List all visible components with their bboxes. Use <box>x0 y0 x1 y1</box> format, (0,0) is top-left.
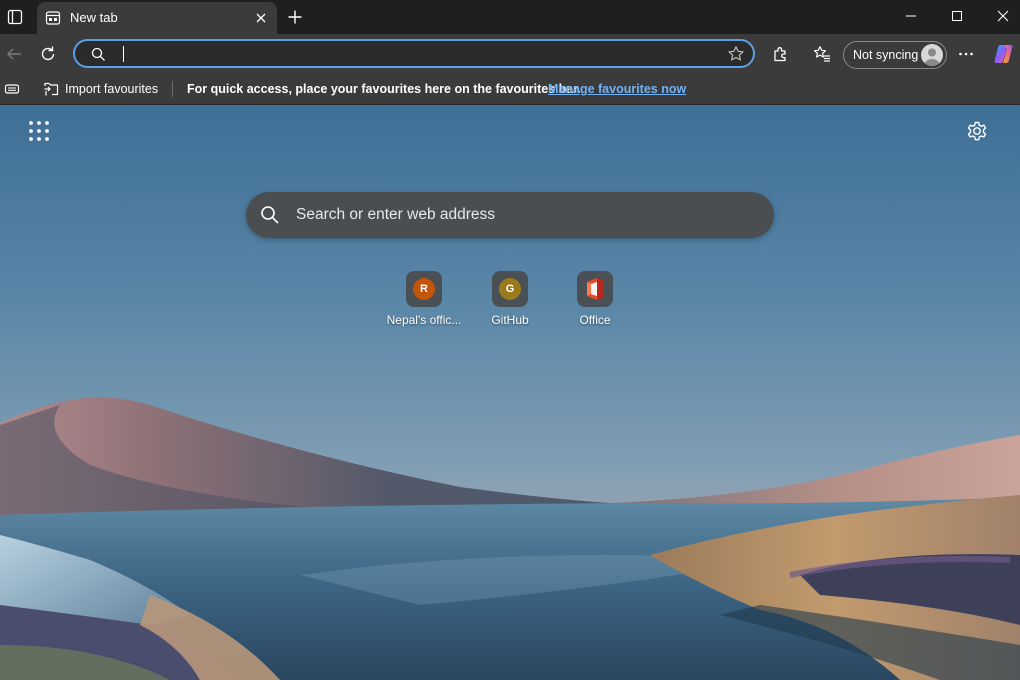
refresh-icon <box>41 46 55 61</box>
extensions-button[interactable] <box>767 40 795 68</box>
address-input[interactable] <box>127 43 721 67</box>
settings-and-more-button[interactable] <box>952 40 980 68</box>
new-tab-button[interactable] <box>284 6 306 28</box>
favourites-bar-message: For quick access, place your favourites … <box>187 82 581 96</box>
favourites-button[interactable] <box>808 40 836 68</box>
favourites-bar: Import favourites For quick access, plac… <box>0 74 1020 105</box>
manage-favourites-link[interactable]: Manage favourites now <box>548 82 686 96</box>
favourites-star-list-icon <box>813 46 830 62</box>
tab-actions-menu-button[interactable] <box>4 6 26 28</box>
window-close-button[interactable] <box>980 0 1020 32</box>
apps-grid-icon <box>29 121 49 141</box>
back-button[interactable] <box>0 40 28 68</box>
letter-avatar-icon: G <box>499 278 521 300</box>
import-favourites-icon[interactable] <box>43 81 60 97</box>
quick-link-icon-frame: G <box>492 271 528 307</box>
navigation-toolbar: Not syncing <box>0 34 1020 74</box>
profile-button[interactable]: Not syncing <box>843 41 947 69</box>
quick-link-tile[interactable]: G GitHub <box>465 271 555 335</box>
close-icon <box>997 10 1009 22</box>
minimize-button[interactable] <box>888 0 934 32</box>
quick-link-icon-frame: R <box>406 271 442 307</box>
collections-icon[interactable] <box>4 81 20 97</box>
maximize-button[interactable] <box>934 0 980 32</box>
import-favourites-button[interactable]: Import favourites <box>65 82 158 96</box>
tab-close-button[interactable] <box>253 10 269 26</box>
address-bar[interactable] <box>73 39 755 68</box>
web-search-box[interactable]: Search or enter web address <box>246 192 774 238</box>
new-tab-page: Search or enter web address R Nepal's of… <box>0 105 1020 680</box>
profile-avatar-icon <box>921 44 943 66</box>
quick-link-label: Nepal's offic... <box>386 313 462 327</box>
letter-avatar-icon: R <box>413 278 435 300</box>
plus-icon <box>288 10 302 24</box>
tab-new-tab[interactable]: New tab <box>37 2 277 34</box>
tab-actions-icon <box>7 9 23 25</box>
search-icon <box>91 47 105 61</box>
tab-title: New tab <box>70 10 118 25</box>
more-horizontal-icon <box>959 52 973 56</box>
search-placeholder: Search or enter web address <box>296 206 496 223</box>
minimize-icon <box>906 15 916 17</box>
text-cursor <box>123 46 124 62</box>
quick-link-label: GitHub <box>491 313 529 327</box>
copilot-button[interactable] <box>990 40 1018 68</box>
close-icon <box>256 13 266 23</box>
quick-link-tile[interactable]: R Nepal's offic... <box>379 271 469 335</box>
page-settings-button[interactable] <box>965 119 989 143</box>
add-to-favourites-star-icon[interactable] <box>727 45 745 63</box>
gear-icon <box>967 121 987 141</box>
refresh-button[interactable] <box>34 40 62 68</box>
title-bar: New tab <box>0 0 1020 34</box>
apps-launcher-button[interactable] <box>28 120 50 142</box>
quick-link-label: Office <box>579 313 611 327</box>
copilot-icon <box>994 45 1013 63</box>
office-logo-icon <box>587 278 603 300</box>
maximize-icon <box>952 11 962 21</box>
quick-link-tile[interactable]: Office <box>550 271 640 335</box>
favbar-divider <box>172 81 173 97</box>
quick-link-icon-frame <box>577 271 613 307</box>
puzzle-extensions-icon <box>774 47 786 62</box>
profile-sync-status: Not syncing <box>853 48 919 62</box>
new-tab-page-icon <box>45 11 61 25</box>
back-arrow-icon <box>7 48 21 60</box>
search-icon <box>261 206 279 224</box>
